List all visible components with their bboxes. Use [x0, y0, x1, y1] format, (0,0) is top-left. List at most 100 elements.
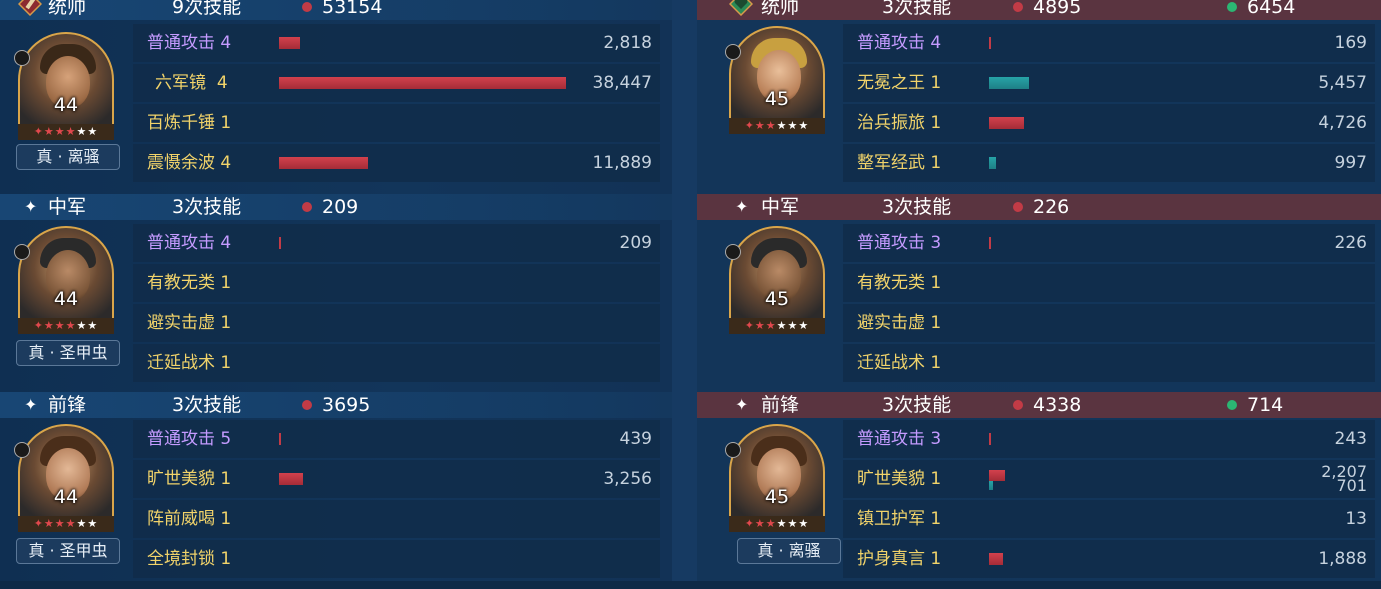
skill-name: 旷世美貌 1: [857, 469, 942, 489]
role-label: 中军: [48, 196, 87, 218]
hero-portrait[interactable]: 45 ✦★★★★★: [725, 226, 825, 334]
hero-level: 45: [764, 88, 790, 110]
skill-value: 439: [619, 429, 652, 449]
skill-name: 治兵振旅 1: [857, 113, 942, 133]
damage-bar: [279, 473, 303, 485]
hero-portrait[interactable]: 44 ✦★★★★★: [14, 424, 114, 532]
cross-badge-icon: [14, 442, 30, 458]
skill-row: 护身真言 1 1,888: [843, 540, 1375, 578]
skill-count: 3次技能: [882, 196, 952, 218]
left-team-panel: 统帅 9次技能 53154 44 ✦★★★★★ 真 · 离骚 普通攻击 4 2,…: [0, 0, 672, 581]
skill-row: 避实击虚 1: [133, 304, 660, 342]
star-rating: ✦★★★★★: [18, 516, 114, 532]
skill-name: 避实击虚 1: [857, 313, 942, 333]
skill-name: 普通攻击 3: [857, 233, 942, 253]
section-header: ✦ 前锋 3次技能 4338 714: [697, 392, 1381, 418]
left-center-section: ✦ 中军 3次技能 209 44 ✦★★★★★ 真 · 圣甲虫 普通攻击 4 2…: [0, 194, 672, 391]
damage-bar: [989, 553, 1003, 565]
skill-row: 普通攻击 4 209: [133, 224, 660, 262]
damage-dot-icon: [1013, 400, 1023, 410]
skill-name: 迁延战术 1: [147, 353, 232, 373]
commander-role-icon: [18, 0, 42, 16]
damage-dot-icon: [1013, 2, 1023, 12]
section-header: 统帅 3次技能 4895 6454: [697, 0, 1381, 20]
damage-bar: [989, 117, 1024, 129]
skill-name: 普通攻击 4: [147, 33, 232, 53]
hero-portrait[interactable]: 44 ✦★★★★★: [14, 32, 114, 140]
equipment-tag: 真 · 圣甲虫: [16, 538, 120, 564]
star-rating: ✦★★★★★: [18, 124, 114, 140]
damage-bar: [279, 157, 368, 169]
skill-row: 有教无类 1: [843, 264, 1375, 302]
skill-name: 普通攻击 4: [147, 233, 232, 253]
left-vanguard-section: ✦ 前锋 3次技能 3695 44 ✦★★★★★ 真 · 圣甲虫 普通攻击 5 …: [0, 392, 672, 589]
skill-row: 迁延战术 1: [843, 344, 1375, 382]
role-label: 统帅: [48, 0, 87, 18]
skill-row: 震慑余波 4 11,889: [133, 144, 660, 182]
skill-name: 普通攻击 4: [857, 33, 942, 53]
hero-level: 44: [53, 288, 79, 310]
skill-name: 镇卫护军 1: [857, 509, 942, 529]
skill-row: 百炼千锤 1: [133, 104, 660, 142]
heal-dot-icon: [1227, 400, 1237, 410]
skill-row: 普通攻击 4 2,818: [133, 24, 660, 62]
skill-name: 普通攻击 3: [857, 429, 942, 449]
role-label: 前锋: [48, 394, 87, 416]
equipment-tag: 真 · 离骚: [737, 538, 841, 564]
skill-value: 226: [1334, 233, 1367, 253]
damage-dot-icon: [302, 400, 312, 410]
hero-portrait[interactable]: 45 ✦★★★★★: [725, 424, 825, 532]
heal-bar: [989, 157, 996, 169]
skill-name: 震慑余波 4: [147, 153, 232, 173]
skill-name: 迁延战术 1: [857, 353, 942, 373]
skill-count: 9次技能: [172, 0, 242, 18]
skill-name: 全境封锁 1: [147, 549, 232, 569]
skill-value: 997: [1334, 153, 1367, 173]
skill-name: 护身真言 1: [857, 549, 942, 569]
cross-badge-icon: [725, 44, 741, 60]
damage-bar: [279, 433, 281, 445]
skill-count: 3次技能: [882, 394, 952, 416]
damage-bar: [989, 470, 1005, 481]
damage-dot-icon: [1013, 202, 1023, 212]
damage-bar: [279, 77, 566, 89]
star-rating: ✦★★★★★: [729, 118, 825, 134]
skill-row: 普通攻击 4 169: [843, 24, 1375, 62]
sparkle-icon: ✦: [24, 395, 38, 414]
damage-bar: [989, 37, 991, 49]
hero-level: 44: [53, 486, 79, 508]
hero-portrait[interactable]: 44 ✦★★★★★: [14, 226, 114, 334]
skill-value: 2,818: [603, 33, 652, 53]
skill-value: 5,457: [1318, 73, 1367, 93]
equipment-tag: 真 · 圣甲虫: [16, 340, 120, 366]
damage-dot-icon: [302, 202, 312, 212]
panel-divider: [672, 0, 697, 581]
skill-row: 旷世美貌 1 3,256: [133, 460, 660, 498]
skill-value: 1,888: [1318, 549, 1367, 569]
skill-row: 治兵振旅 1 4,726: [843, 104, 1375, 142]
hero-level: 45: [764, 288, 790, 310]
right-center-section: ✦ 中军 3次技能 226 45 ✦★★★★★ 普通攻击 3 226 有教无类 …: [697, 194, 1381, 391]
damage-total: 3695: [322, 394, 371, 416]
skill-value: 4,726: [1318, 113, 1367, 133]
hero-portrait[interactable]: 45 ✦★★★★★: [725, 26, 825, 134]
cross-badge-icon: [14, 244, 30, 260]
sparkle-icon: ✦: [24, 197, 38, 216]
damage-bar: [989, 433, 991, 445]
sparkle-icon: ✦: [735, 395, 749, 414]
skill-name: 普通攻击 5: [147, 429, 232, 449]
section-header: ✦ 前锋 3次技能 3695: [0, 392, 672, 418]
skill-row: 避实击虚 1: [843, 304, 1375, 342]
damage-total: 53154: [322, 0, 383, 18]
right-team-panel: 统帅 3次技能 4895 6454 45 ✦★★★★★ 普通攻击 4 169 无…: [697, 0, 1381, 581]
cross-badge-icon: [725, 442, 741, 458]
skill-value: 11,889: [592, 153, 652, 173]
right-commander-section: 统帅 3次技能 4895 6454 45 ✦★★★★★ 普通攻击 4 169 无…: [697, 0, 1381, 191]
sparkle-icon: ✦: [735, 197, 749, 216]
equipment-tag: 真 · 离骚: [16, 144, 120, 170]
section-header: ✦ 中军 3次技能 226: [697, 194, 1381, 220]
heal-dot-icon: [1227, 2, 1237, 12]
skill-name: 有教无类 1: [147, 273, 232, 293]
damage-bar: [279, 237, 281, 249]
skill-row: 阵前威喝 1: [133, 500, 660, 538]
